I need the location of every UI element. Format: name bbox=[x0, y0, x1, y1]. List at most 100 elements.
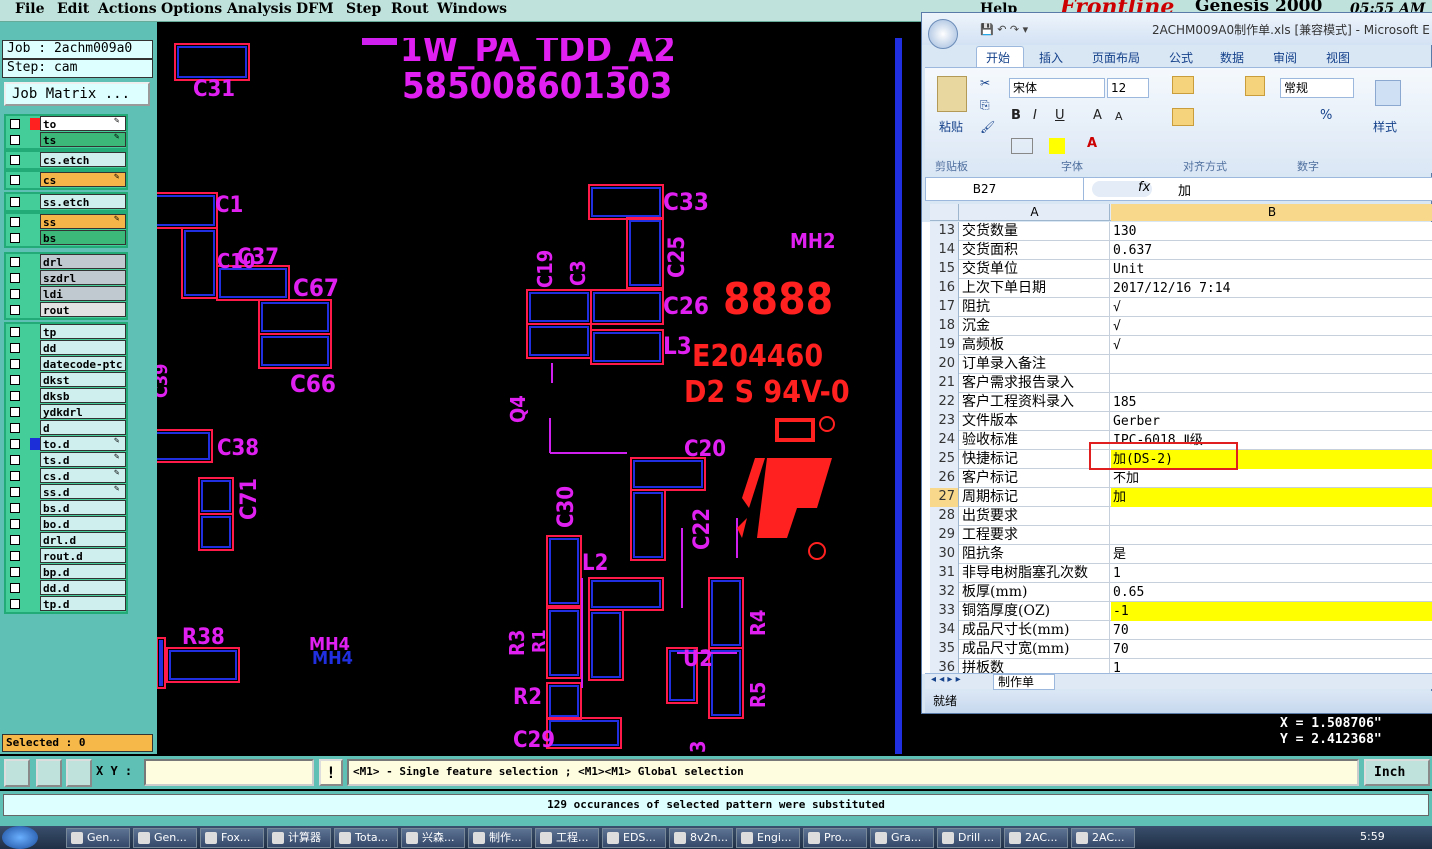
layer-checkbox[interactable] bbox=[10, 233, 20, 243]
layer-checkbox[interactable] bbox=[10, 217, 20, 227]
cell-a[interactable]: 拼板数 bbox=[960, 659, 1110, 674]
component-c38[interactable] bbox=[157, 429, 213, 463]
column-b-header[interactable]: B bbox=[1111, 204, 1432, 221]
taskbar-item[interactable]: Fox... bbox=[200, 828, 264, 848]
quick-access-toolbar[interactable]: 💾 ↶ ↷ ▾ bbox=[980, 23, 1028, 36]
row-header[interactable]: 28 bbox=[930, 507, 959, 526]
layer-row-ldi[interactable]: ldi bbox=[6, 286, 126, 302]
component-c37-inner[interactable] bbox=[219, 268, 287, 298]
menu-step[interactable]: Step bbox=[346, 1, 381, 17]
component-c19-inner[interactable] bbox=[529, 292, 589, 322]
component-l3[interactable] bbox=[590, 329, 664, 365]
layer-row-rout-d[interactable]: rout.d bbox=[6, 548, 126, 564]
row-header[interactable]: 19 bbox=[930, 336, 959, 355]
pcb-canvas[interactable]: 1W_PA_TDD_A2 585008601303 C31 C1 C10 C37 C67 C6… bbox=[157, 38, 902, 754]
layer-row-bs-d[interactable]: bs.d bbox=[6, 500, 126, 516]
layer-checkbox[interactable] bbox=[10, 327, 20, 337]
row-header[interactable]: 33 bbox=[930, 602, 959, 621]
layer-checkbox[interactable] bbox=[10, 273, 20, 283]
cell-b[interactable]: Gerber bbox=[1111, 412, 1432, 431]
component-c29-inner[interactable] bbox=[549, 720, 619, 746]
cut-icon[interactable]: ✂ bbox=[980, 76, 990, 90]
layer-row-tp-d[interactable]: tp.d bbox=[6, 596, 126, 612]
cell-b[interactable]: 不加 bbox=[1111, 469, 1432, 488]
number-format-select[interactable]: 常规 bbox=[1280, 78, 1354, 98]
taskbar-item[interactable]: Engi... bbox=[736, 828, 800, 848]
menu-analysis[interactable]: Analysis bbox=[227, 1, 292, 17]
layer-row-dksb[interactable]: dksb bbox=[6, 388, 126, 404]
styles-label[interactable]: 样式 bbox=[1373, 118, 1397, 135]
formula-input[interactable]: 加 bbox=[1178, 180, 1191, 199]
layer-row-dd-d[interactable]: dd.d bbox=[6, 580, 126, 596]
cell-a[interactable]: 板厚(mm) bbox=[960, 583, 1110, 602]
bold-button[interactable]: B bbox=[1011, 108, 1021, 123]
copy-icon[interactable]: ⎘ bbox=[980, 98, 990, 113]
layer-checkbox[interactable] bbox=[10, 407, 20, 417]
component-edge-inner[interactable] bbox=[159, 640, 163, 686]
layer-row-ts[interactable]: ts ✎ bbox=[6, 132, 126, 148]
grow-font-button[interactable]: A bbox=[1093, 108, 1102, 123]
xy-input[interactable] bbox=[144, 759, 314, 786]
cell-a[interactable]: 非导电树脂塞孔次数 bbox=[960, 564, 1110, 583]
row-header[interactable]: 15 bbox=[930, 260, 959, 279]
component-l2-inner[interactable] bbox=[591, 580, 661, 608]
cell-b[interactable]: 是 bbox=[1111, 545, 1432, 564]
row-header[interactable]: 20 bbox=[930, 355, 959, 374]
taskbar-item[interactable]: Gen... bbox=[66, 828, 130, 848]
component-l3-inner[interactable] bbox=[593, 332, 661, 362]
component-r2[interactable] bbox=[546, 682, 582, 720]
taskbar-item[interactable]: 兴森... bbox=[401, 828, 465, 848]
wrap-text-button[interactable] bbox=[1245, 76, 1265, 96]
row-header[interactable]: 14 bbox=[930, 241, 959, 260]
menu-dfm[interactable]: DFM bbox=[296, 1, 334, 17]
measure-icon[interactable] bbox=[36, 759, 62, 787]
row-header[interactable]: 27 bbox=[930, 488, 959, 507]
layer-row-drl[interactable]: drl bbox=[6, 254, 126, 270]
font-name-select[interactable]: 宋体 bbox=[1009, 78, 1105, 98]
cell-a[interactable]: 交货单位 bbox=[960, 260, 1110, 279]
layer-row-ss-etch[interactable]: ss.etch bbox=[6, 194, 126, 210]
taskbar-item[interactable]: 2AC... bbox=[1004, 828, 1068, 848]
cell-a[interactable]: 交货数量 bbox=[960, 222, 1110, 241]
layer-row-bs[interactable]: bs bbox=[6, 230, 126, 246]
component-c26-inner[interactable] bbox=[593, 292, 661, 322]
component-r2-inner[interactable] bbox=[549, 685, 579, 717]
layer-row-cs-etch[interactable]: cs.etch bbox=[6, 152, 126, 168]
layer-row-ydkdrl[interactable]: ydkdrl bbox=[6, 404, 126, 420]
format-painter-icon[interactable]: 🖌 bbox=[980, 120, 995, 134]
component-r1[interactable] bbox=[588, 609, 624, 681]
layer-checkbox[interactable] bbox=[10, 423, 20, 433]
cell-a[interactable]: 周期标记 bbox=[960, 488, 1110, 507]
cell-b[interactable]: 185 bbox=[1111, 393, 1432, 412]
shrink-font-button[interactable]: A bbox=[1115, 110, 1123, 123]
component-c31[interactable] bbox=[174, 43, 250, 81]
zoom-fit-icon[interactable] bbox=[4, 759, 30, 787]
component-r3-inner[interactable] bbox=[549, 610, 579, 676]
office-button[interactable] bbox=[928, 19, 958, 49]
taskbar-item[interactable]: Gra... bbox=[870, 828, 934, 848]
layer-checkbox[interactable] bbox=[10, 439, 20, 449]
layer-row-dd[interactable]: dd bbox=[6, 340, 126, 356]
layer-row-ts-d[interactable]: ts.d ✎ bbox=[6, 452, 126, 468]
row-header[interactable]: 36 bbox=[930, 659, 959, 674]
menu-edit[interactable]: Edit bbox=[57, 1, 89, 17]
layer-row-cs[interactable]: cs ✎ bbox=[6, 172, 126, 188]
component-r3[interactable] bbox=[546, 607, 582, 679]
cell-a[interactable]: 验收标准 bbox=[960, 431, 1110, 450]
layer-checkbox[interactable] bbox=[10, 155, 20, 165]
styles-icon[interactable] bbox=[1375, 80, 1401, 106]
cell-a[interactable]: 成品尺寸宽(mm) bbox=[960, 640, 1110, 659]
row-header[interactable]: 23 bbox=[930, 412, 959, 431]
layer-checkbox[interactable] bbox=[10, 583, 20, 593]
grid-icon[interactable] bbox=[66, 759, 92, 787]
layer-row-cs-d[interactable]: cs.d ✎ bbox=[6, 468, 126, 484]
component-c71-inner[interactable] bbox=[201, 480, 231, 512]
cell-b[interactable] bbox=[1111, 526, 1432, 545]
layer-checkbox[interactable] bbox=[10, 471, 20, 481]
layer-row-bp-d[interactable]: bp.d bbox=[6, 564, 126, 580]
select-all-corner[interactable] bbox=[930, 204, 959, 221]
ribbon-tab-1[interactable]: 插入 bbox=[1039, 49, 1063, 66]
row-header[interactable]: 25 bbox=[930, 450, 959, 469]
row-header[interactable]: 21 bbox=[930, 374, 959, 393]
layer-row-ss-d[interactable]: ss.d ✎ bbox=[6, 484, 126, 500]
